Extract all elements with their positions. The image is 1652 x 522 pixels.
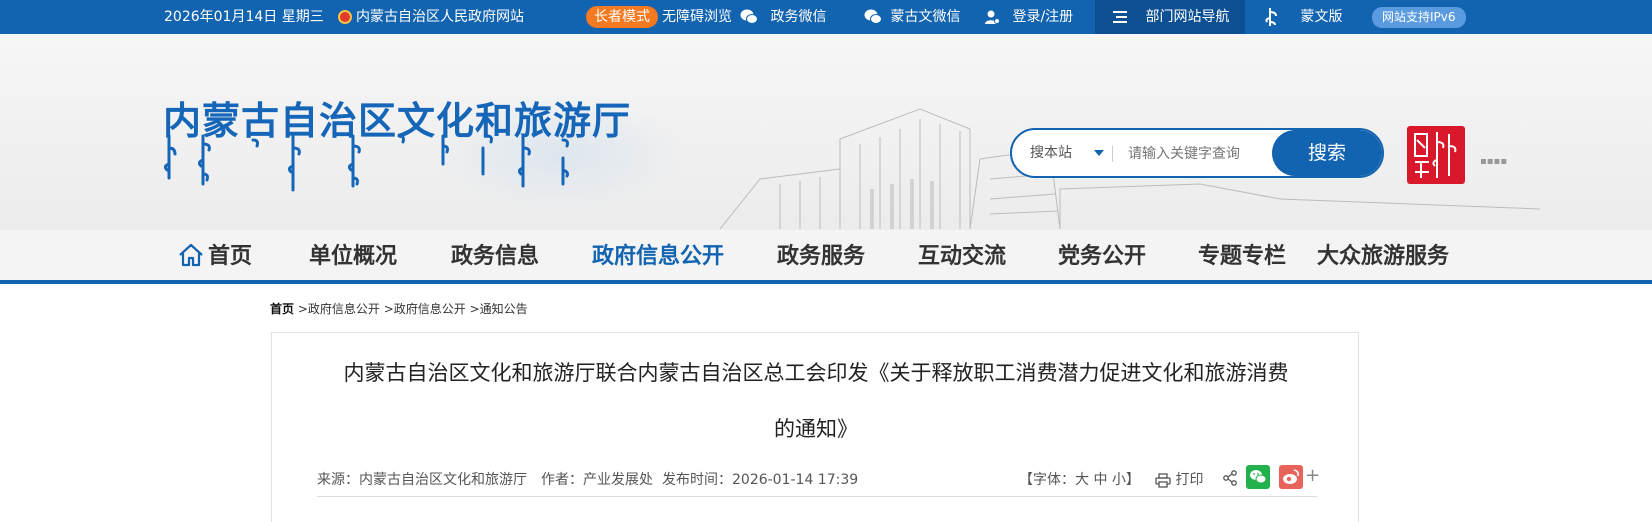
nav-item-label: 首页 [208, 244, 253, 269]
main-nav: 首页 单位概况 政务信息 政府信息公开 政务服务 互动交流 党务公开 专题专栏 … [0, 230, 1652, 284]
seal-logo [1407, 126, 1465, 184]
article-source: 来源：内蒙古自治区文化和旅游厅 [317, 472, 527, 488]
site-header: 内蒙古自治区文化和旅游厅 搜本站 搜索 ▪▪▪▪ [0, 34, 1652, 230]
wechat-label: 政务微信 [770, 9, 827, 25]
article-title: 内蒙古自治区文化和旅游厅联合内蒙古自治区总工会印发《关于释放职工消费潜力促进文化… [312, 345, 1320, 457]
mongolian-wechat-label: 蒙古文微信 [890, 9, 961, 25]
nav-item-gov-services[interactable]: 政务服务 [777, 230, 865, 284]
search-divider [1112, 146, 1113, 162]
article-title-line: 的通知》 [774, 417, 858, 441]
gov-portal-link[interactable]: 内蒙古自治区人民政府网站 [338, 0, 524, 34]
search-input[interactable] [1128, 139, 1258, 167]
chevron-down-icon[interactable] [1094, 150, 1104, 156]
article-title-line: 内蒙古自治区文化和旅游厅联合内蒙古自治区总工会印发《关于释放职工消费潜力促进文化… [343, 361, 1289, 385]
current-date: 2026年01月14日 星期三 [164, 9, 324, 25]
mongolian-version-label: 蒙文版 [1300, 9, 1343, 25]
mongolian-version-link[interactable]: 蒙文版 [1262, 0, 1342, 34]
search-bar: 搜本站 搜索 [1010, 128, 1384, 178]
breadcrumb-item[interactable]: 政府信息公开 [394, 302, 466, 316]
nav-item-party-affairs[interactable]: 党务公开 [1058, 230, 1146, 284]
nav-item-home[interactable]: 首页 [178, 230, 252, 284]
nav-item-public-tourism[interactable]: 大众旅游服务 [1317, 230, 1449, 284]
mongolian-script-icon [1265, 8, 1277, 26]
breadcrumb: 首页 >政府信息公开 >政府信息公开 >通知公告 [270, 302, 528, 316]
login-link[interactable]: 登录/注册 [984, 0, 1073, 34]
nav-item-gov-info-disclosure[interactable]: 政府信息公开 [592, 230, 724, 284]
login-label: 登录/注册 [1012, 9, 1074, 25]
accessible-browse-link[interactable]: 无障碍浏览 [662, 0, 732, 34]
gov-portal-label: 内蒙古自治区人民政府网站 [356, 9, 524, 25]
font-size-control[interactable]: 【字体：大 中 小】 [1019, 469, 1140, 489]
printer-icon [1155, 472, 1171, 488]
more-share-button[interactable]: + [1305, 465, 1320, 486]
weibo-icon [1283, 469, 1299, 484]
print-label: 打印 [1175, 472, 1204, 488]
nav-item-interaction[interactable]: 互动交流 [918, 230, 1006, 284]
national-emblem-icon [338, 10, 352, 24]
print-button[interactable]: 打印 [1155, 469, 1203, 489]
breadcrumb-home[interactable]: 首页 [270, 302, 294, 316]
article-panel: 内蒙古自治区文化和旅游厅联合内蒙古自治区总工会印发《关于释放职工消费潜力促进文化… [271, 332, 1359, 522]
wechat-icon [864, 9, 882, 24]
search-button[interactable]: 搜索 [1272, 130, 1382, 176]
mongolian-wechat-link[interactable]: 蒙古文微信 [864, 0, 960, 34]
dept-nav-label: 部门网站导航 [1145, 9, 1230, 25]
wechat-share-button[interactable] [1246, 465, 1270, 489]
home-icon [179, 243, 203, 267]
share-icon[interactable] [1222, 470, 1238, 486]
dept-nav-link[interactable]: 部门网站导航 [1113, 0, 1229, 34]
wechat-link[interactable]: 政务微信 [740, 0, 826, 34]
search-scope-select[interactable]: 搜本站 [1030, 130, 1072, 176]
article-meta: 来源：内蒙古自治区文化和旅游厅 作者：产业发展处 发布时间：2026-01-14… [317, 461, 1320, 497]
top-bar: 2026年01月14日 星期三 内蒙古自治区人民政府网站 长者模式 无障碍浏览 … [0, 0, 1652, 34]
nav-item-special-topics[interactable]: 专题专栏 [1198, 230, 1286, 284]
elder-mode-button[interactable]: 长者模式 [586, 6, 658, 28]
mongolian-site-title-logo [163, 134, 569, 192]
wechat-icon [740, 9, 758, 24]
ipv6-badge: 网站支持IPv6 [1372, 7, 1466, 28]
article-author: 作者：产业发展处 [541, 472, 653, 488]
nav-item-gov-affairs-info[interactable]: 政务信息 [451, 230, 539, 284]
seal-calligraphy-icon [1414, 132, 1457, 178]
weibo-share-button[interactable] [1279, 465, 1303, 489]
nav-item-unit-overview[interactable]: 单位概况 [309, 230, 397, 284]
breadcrumb-item[interactable]: 政府信息公开 [308, 302, 380, 316]
article-published-time: 发布时间：2026-01-14 17:39 [662, 472, 859, 488]
breadcrumb-current[interactable]: 通知公告 [480, 302, 528, 316]
wechat-icon [1250, 470, 1267, 484]
menu-icon [1113, 11, 1127, 23]
seal-caption-decoration: ▪▪▪▪ [1480, 156, 1508, 167]
user-icon [985, 10, 1000, 24]
